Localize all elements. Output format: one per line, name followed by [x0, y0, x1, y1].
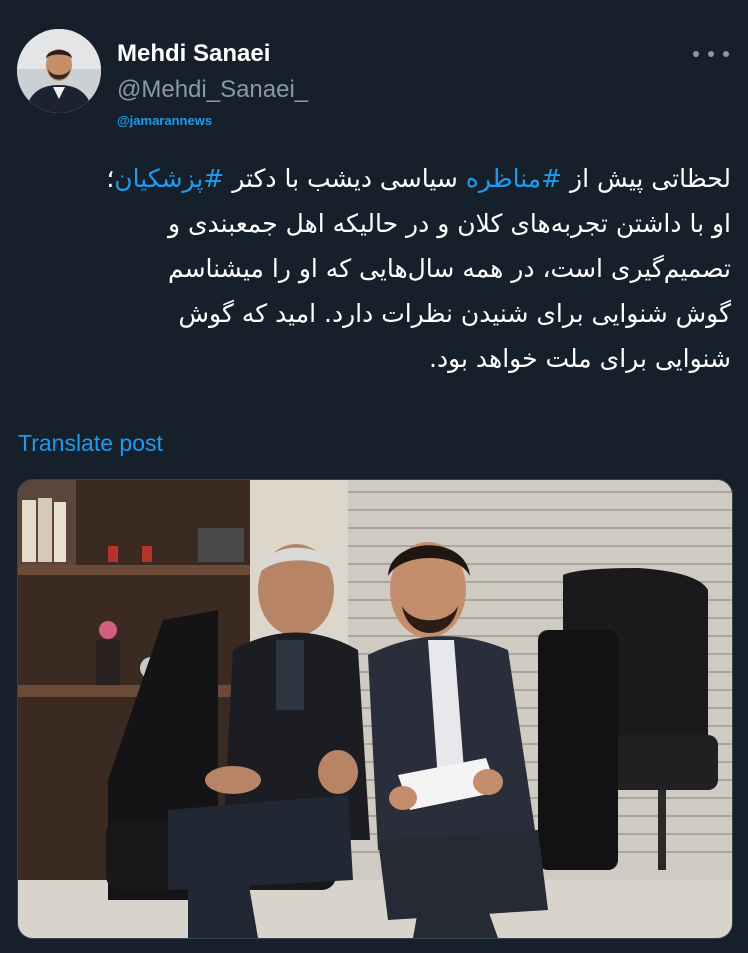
dot [708, 51, 714, 57]
profile-photo-icon [17, 29, 101, 113]
tweet-line-3: تصمیم‌گیری است، در همه سال‌هایی که او را… [167, 254, 731, 283]
hashtag-pezeshkian[interactable]: #پزشکیان [114, 164, 224, 193]
author-name[interactable]: Mehdi Sanaei [117, 40, 270, 68]
tweet-photo[interactable] [17, 479, 733, 939]
hashtag-monazere[interactable]: #مناظره [466, 164, 562, 193]
dot [693, 51, 699, 57]
ellipsis-icon[interactable] [693, 44, 729, 64]
translate-post-link[interactable]: Translate post [18, 430, 163, 457]
text-segment: لحظاتی پیش از [562, 164, 731, 193]
dot [723, 51, 729, 57]
photo-scene [18, 480, 732, 938]
text-segment: سیاسی دیشب با دکتر [224, 164, 466, 193]
avatar[interactable] [17, 29, 101, 113]
tweet-line-1: لحظاتی پیش از #مناظره سیاسی دیشب با دکتر… [18, 156, 731, 201]
author-handle[interactable]: @Mehdi_Sanaei_ [117, 76, 308, 104]
tweet-text: لحظاتی پیش از #مناظره سیاسی دیشب با دکتر… [18, 156, 731, 381]
tweet-line-4: گوش شنوایی برای شنیدن نظرات دارد. امید ک… [178, 299, 731, 328]
tweet-line-5: شنوایی برای ملت خواهد بود. [429, 344, 731, 373]
tweet-line-2: او با داشتن تجربه‌های کلان و در حالیکه ا… [167, 209, 731, 238]
watermark-text: @jamarannews [117, 113, 213, 128]
